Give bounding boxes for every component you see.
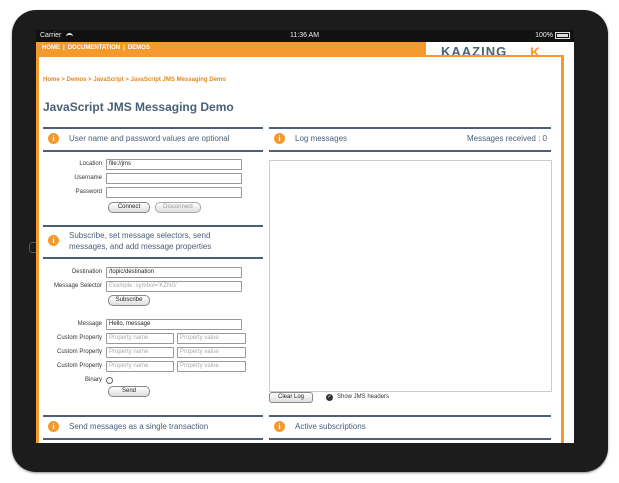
send-button[interactable]: Send	[108, 386, 150, 397]
breadcrumb[interactable]: Home > Demos > JavaScript > JavaScript J…	[43, 77, 226, 83]
username-input[interactable]	[106, 173, 242, 184]
info-icon: i	[48, 421, 59, 432]
page-title: JavaScript JMS Messaging Demo	[43, 100, 234, 114]
nav-sep: |	[63, 45, 65, 51]
credentials-panel-title: User name and password values are option…	[69, 134, 230, 143]
transaction-panel-header: i Send messages as a single transaction	[43, 415, 263, 440]
subscriptions-panel-title: Active subscriptions	[295, 422, 366, 431]
custom-property-label: Custom Property	[56, 363, 102, 369]
subscribe-panel-header: i Subscribe, set message selectors, send…	[43, 225, 263, 259]
destination-input[interactable]: /topic/destination	[106, 267, 242, 278]
nav-documentation[interactable]: DOCUMENTATION	[68, 45, 120, 51]
wifi-icon	[66, 33, 73, 40]
property-name-input[interactable]: Property name	[106, 347, 174, 358]
custom-property-label: Custom Property	[56, 349, 102, 355]
nav-home[interactable]: HOME	[42, 45, 60, 51]
credentials-panel-header: i User name and password values are opti…	[43, 127, 263, 152]
binary-radio[interactable]	[106, 377, 113, 384]
info-icon: i	[48, 133, 59, 144]
connect-button[interactable]: Connect	[108, 202, 150, 213]
selector-input[interactable]: Example: symbol='KZNG'	[106, 281, 242, 292]
battery-icon	[555, 31, 570, 39]
property-name-input[interactable]: Property name	[106, 361, 174, 372]
show-headers-label: Show JMS headers	[337, 394, 390, 400]
app-screen: Carrier 11:36 AM 100% HOME | DOCUMENTATION…	[36, 30, 574, 443]
right-border	[561, 55, 564, 443]
nav-sep: |	[123, 45, 125, 51]
carrier-label: Carrier	[40, 32, 62, 39]
nav-demos[interactable]: DEMOS	[128, 45, 150, 51]
message-label: Message	[77, 321, 102, 327]
info-icon: i	[274, 133, 285, 144]
info-icon: i	[48, 235, 59, 246]
messages-received-count: Messages received : 0	[466, 134, 547, 143]
subscriptions-panel-header: i Active subscriptions	[269, 415, 551, 440]
battery-percent: 100%	[535, 32, 553, 39]
property-value-input[interactable]: Property value	[177, 347, 246, 358]
destination-label: Destination	[71, 269, 102, 275]
log-area[interactable]	[269, 160, 552, 392]
transaction-panel-title: Send messages as a single transaction	[69, 422, 209, 431]
subscribe-panel-title-line2: messages, and add message properties	[69, 242, 212, 251]
binary-label: Binary	[84, 377, 102, 383]
custom-property-label: Custom Property	[56, 335, 102, 341]
subscribe-button[interactable]: Subscribe	[108, 295, 150, 306]
log-panel-title: Log messages	[295, 134, 348, 143]
nav-underline	[36, 55, 564, 57]
property-name-input[interactable]: Property name	[106, 333, 174, 344]
location-label: Location	[79, 161, 102, 167]
property-value-input[interactable]: Property value	[177, 333, 246, 344]
log-panel-header: i Log messages Messages received : 0	[269, 127, 551, 152]
kaazing-mark-icon: K	[530, 44, 541, 60]
message-input[interactable]: Hello, message	[106, 319, 242, 330]
status-bar: Carrier 11:36 AM 100%	[36, 30, 574, 42]
left-border	[36, 55, 39, 443]
selector-label: Message Selector	[53, 283, 102, 289]
clear-log-button[interactable]: Clear Log	[269, 392, 313, 403]
password-input[interactable]	[106, 187, 242, 198]
username-label: Username	[74, 175, 102, 181]
password-label: Password	[75, 189, 102, 195]
location-input[interactable]: file://jms	[106, 159, 242, 170]
info-icon: i	[274, 421, 285, 432]
battery-indicator: 100%	[535, 30, 570, 42]
property-value-input[interactable]: Property value	[177, 361, 246, 372]
clock: 11:36 AM	[290, 32, 320, 39]
disconnect-button[interactable]: Disconnect	[155, 202, 201, 213]
subscribe-panel-title-line1: Subscribe, set message selectors, send	[69, 231, 211, 240]
show-headers-check-icon[interactable]: ✓	[326, 394, 333, 401]
